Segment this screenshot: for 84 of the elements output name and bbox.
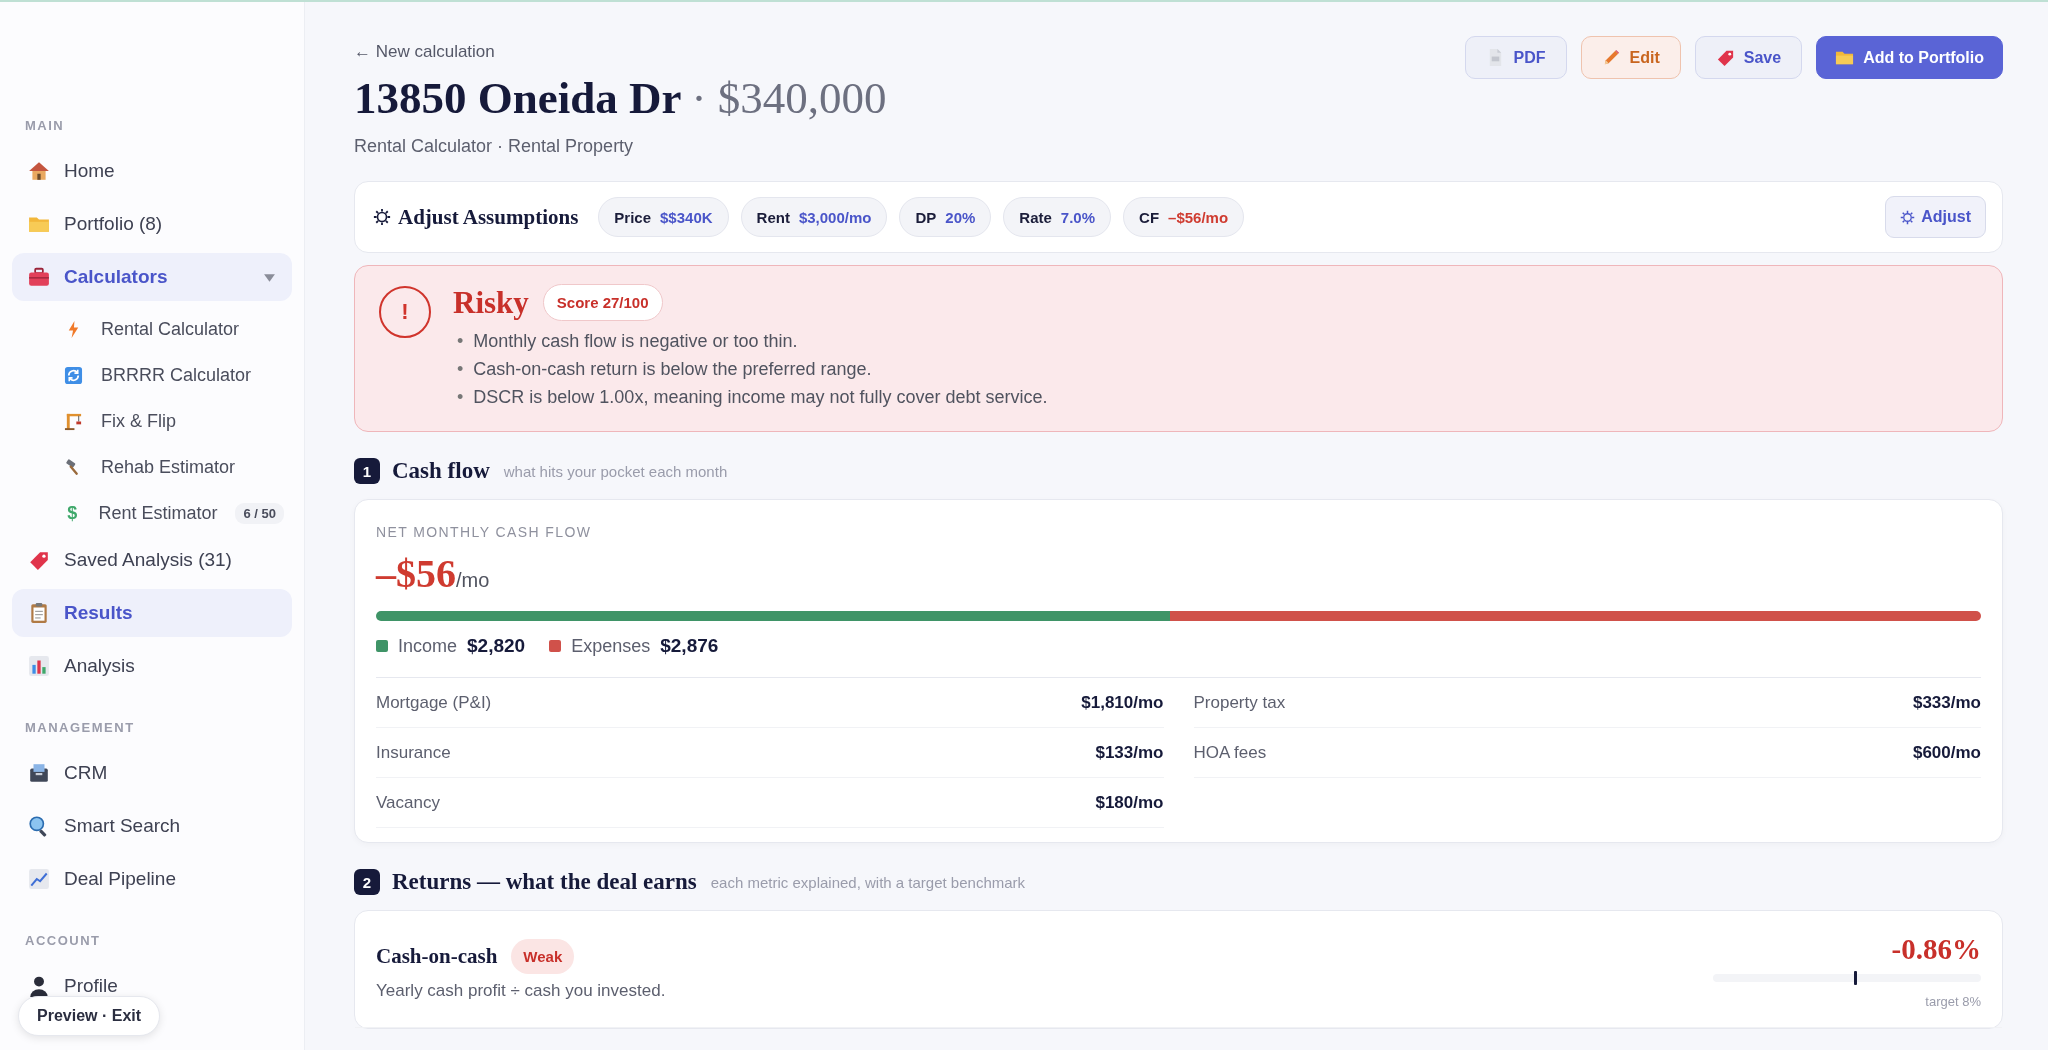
toolbox-icon [28,266,50,288]
bullet-mark: • [457,386,464,409]
nav-subitem[interactable]: Rental Calculator [12,306,292,352]
metric-description: Yearly cash profit ÷ cash you invested. [376,981,666,1001]
expense-value: $180/mo [1095,792,1164,813]
assumption-chip[interactable]: DP 20% [899,197,992,237]
add-to-portfolio-button[interactable]: Add to Portfolio [1816,36,2003,79]
expense-label: Vacancy [376,792,440,813]
step-number: 1 [354,458,380,484]
warning-icon: ! [379,286,431,338]
expense-value: $600/mo [1912,742,1981,763]
nav-item[interactable]: Home [12,147,292,195]
nav-subitem[interactable]: $ Rent Estimator 6 / 50 [12,490,292,536]
property-price: · $340,000 [691,72,887,124]
nav-subitem[interactable]: Rehab Estimator [12,444,292,490]
back-link[interactable]: ← New calculation [354,42,495,62]
step-number: 2 [354,869,380,895]
legend-label: Income [398,635,458,657]
clipboard-icon [28,602,50,624]
preview-exit-toast[interactable]: Preview · Exit [18,996,161,1036]
legend-label: Expenses [571,635,651,657]
section-label: MANAGEMENT [24,720,136,735]
expense-label: Mortgage (P&I) [376,692,492,713]
nav-item[interactable]: Results [12,589,292,637]
bar-chart-icon [28,655,50,677]
expense-value: $333/mo [1912,692,1981,713]
bullet-mark: • [457,358,464,381]
page-subtitle: Rental Calculator · Rental Property [354,136,635,157]
house-icon [28,160,50,182]
tag-icon [28,549,50,571]
expense-label: Insurance [376,742,451,763]
legend-value: $2,820 [467,635,526,657]
nav-item[interactable]: Smart Search [12,802,292,850]
save-button[interactable]: Save [1694,36,1803,79]
score-badge: Score 27/100 [542,284,663,321]
pdf-button[interactable]: PDF [1464,36,1567,79]
verdict-label: Risky [453,284,529,321]
expense-value: $133/mo [1095,742,1164,763]
metric-value: -0.86% [1891,933,1981,966]
assumption-chip[interactable]: Rent $3,000/mo [740,197,888,237]
nav-item[interactable]: Calculators [12,253,292,301]
unit-label: /mo [456,569,490,592]
legend-value: $2,876 [660,635,719,657]
section-title: Returns — what the deal earns [392,869,697,895]
risk-reason: Monthly cash flow is negative or too thin. [473,330,798,353]
expense-label: Property tax [1193,692,1286,713]
settings-icon [373,208,391,226]
usage-count: 6 / 50 [235,502,284,524]
person-icon [28,975,50,997]
section-hint: each metric explained, with a target benchmark [710,873,1026,891]
cash-flow-amount: –$56 [376,550,456,597]
nav-item[interactable]: Portfolio (8) [12,200,292,248]
card-label: NET MONTHLY CASH FLOW [376,524,593,540]
nav-item[interactable]: Deal Pipeline [12,855,292,903]
expense-value: $1,810/mo [1081,692,1164,713]
expense-label: HOA fees [1193,742,1267,763]
page-title: 13850 Oneida Dr [354,72,682,124]
section-label: ACCOUNT [24,933,102,948]
risk-reason: DSCR is below 1.00x, meaning income may not fully cover debt service. [473,386,1048,409]
crane-icon [64,411,83,431]
bullet-mark: • [457,330,464,353]
section-hint: what hits your pocket each month [503,462,728,480]
risk-reason: Cash-on-cash return is below the preferred range. [473,358,872,381]
nav-subitem[interactable]: Fix & Flip [12,398,292,444]
assumption-chip[interactable]: CF –$56/mo [1123,197,1245,237]
nav-item[interactable]: Analysis [12,642,292,690]
assumption-chip[interactable]: Rate 7.0% [1003,197,1112,237]
assumption-chip[interactable]: Price $$340K [598,197,729,237]
nav-item[interactable]: Saved Analysis (31) [12,536,292,584]
dollar-icon: $ [64,502,81,524]
section-label: MAIN [24,118,66,133]
nav-subitem[interactable]: BRRRR Calculator [12,352,292,398]
metric-name: Cash-on-cash [376,944,498,969]
assumptions-title: Adjust Assumptions [398,204,579,230]
section-title: Cash flow [392,458,490,484]
adjust-button[interactable]: Adjust [1885,196,1986,238]
refresh-icon [64,365,83,385]
rating-badge: Weak [511,939,575,974]
tag-icon [1715,48,1735,67]
cabinet-icon [28,762,50,784]
nav-item[interactable]: CRM [12,749,292,797]
settings-icon [1900,209,1916,225]
line-chart-icon [28,868,50,890]
target-label: target 8% [1925,994,1981,1009]
